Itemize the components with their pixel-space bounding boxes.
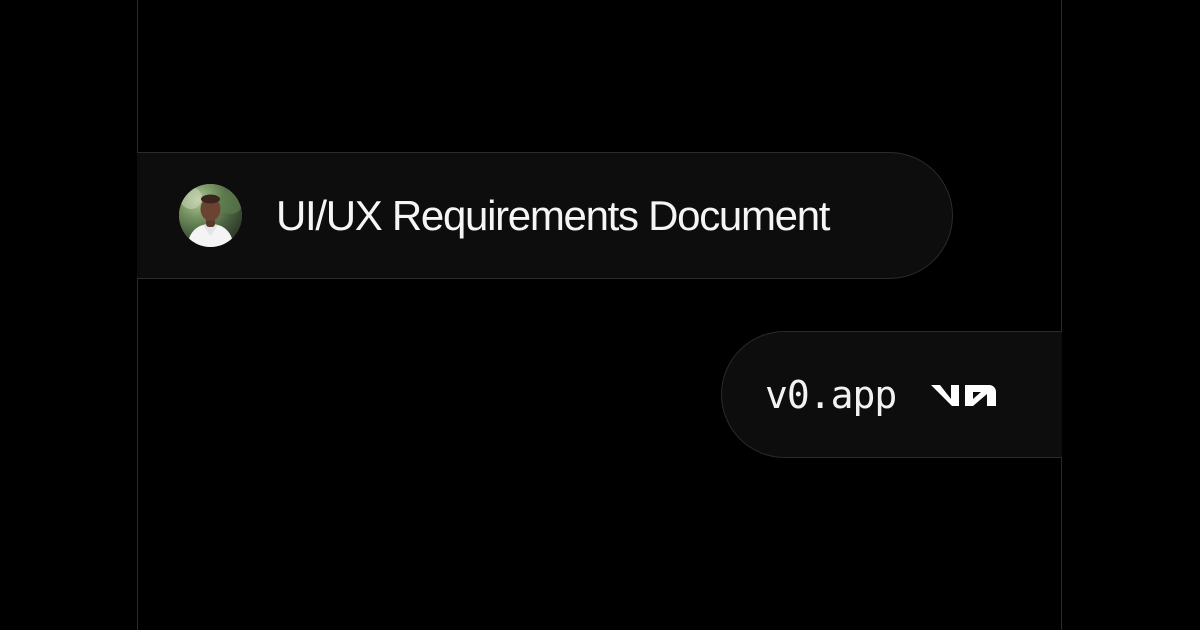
- app-domain: v0.app: [765, 372, 897, 417]
- app-bubble: v0.app: [721, 331, 1062, 458]
- title-bubble: UI/UX Requirements Document: [137, 152, 953, 279]
- left-guide-line: [137, 0, 138, 630]
- right-guide-line: [1061, 0, 1062, 630]
- avatar-portrait-icon: [179, 184, 242, 247]
- page-title: UI/UX Requirements Document: [276, 191, 830, 239]
- v0-logo-icon: [929, 380, 1001, 410]
